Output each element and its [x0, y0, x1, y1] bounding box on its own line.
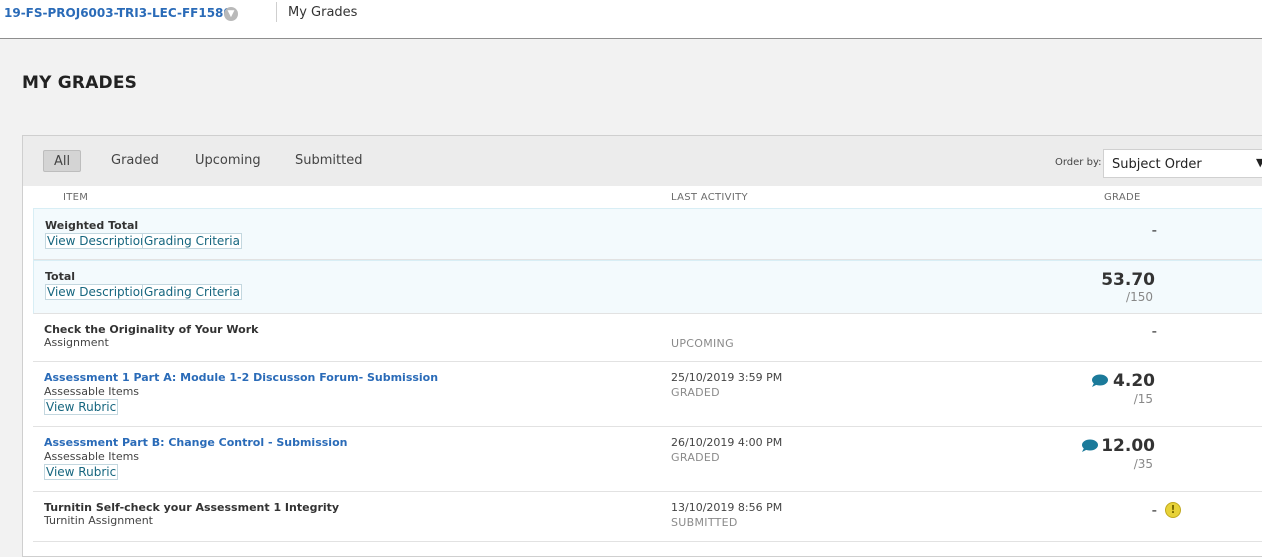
row-title: Weighted Total: [45, 219, 139, 232]
filter-bar: All Graded Upcoming Submitted Order by: …: [23, 136, 1262, 186]
row-type: Assessable Items: [44, 450, 140, 463]
row-date: 13/10/2019 8:56 PM: [671, 501, 783, 514]
filter-tab-upcoming[interactable]: Upcoming: [185, 150, 271, 172]
breadcrumb-current: My Grades: [288, 5, 358, 20]
dropdown-arrow-icon: ▼: [1256, 156, 1262, 169]
grade-value: -: [1151, 221, 1157, 239]
filter-tab-submitted[interactable]: Submitted: [285, 150, 372, 172]
view-rubric-link[interactable]: View Rubric: [44, 399, 119, 415]
row-status: SUBMITTED: [671, 516, 738, 529]
grade-row: Check the Originality of Your Work Assig…: [33, 314, 1262, 362]
grade-value: 53.70: [1101, 270, 1155, 290]
grade-value: -: [1151, 501, 1157, 519]
grade-row-weighted-total: Weighted Total View Description Grading …: [33, 208, 1262, 260]
column-header-grade: GRADE: [1104, 192, 1141, 203]
row-date: 25/10/2019 3:59 PM: [671, 371, 783, 384]
feedback-comment-icon[interactable]: [1081, 439, 1099, 453]
grade-row: Turnitin Self-check your Assessment 1 In…: [33, 492, 1262, 542]
order-by-value: Subject Order: [1112, 157, 1202, 172]
grade-out-of: /35: [1133, 457, 1153, 471]
row-title: Turnitin Self-check your Assessment 1 In…: [44, 501, 340, 514]
view-description-link[interactable]: View Description: [45, 284, 150, 300]
order-by-select[interactable]: Subject Order ▼: [1103, 149, 1262, 178]
grades-panel: All Graded Upcoming Submitted Order by: …: [22, 135, 1262, 557]
row-status: UPCOMING: [671, 337, 734, 350]
course-menu-chevron-icon[interactable]: ▼: [224, 7, 238, 21]
column-header-last-activity: LAST ACTIVITY: [671, 192, 748, 203]
top-navigation-bar: 19-FS-PROJ6003-TRI3-LEC-FF1580 ▼ My Grad…: [0, 0, 1262, 39]
warning-icon[interactable]: !: [1165, 502, 1181, 518]
filter-tab-graded[interactable]: Graded: [101, 150, 169, 172]
grade-row-total: Total View Description Grading Criteria …: [33, 260, 1262, 314]
grade-value: -: [1151, 322, 1157, 340]
feedback-comment-icon[interactable]: [1091, 374, 1109, 388]
grade-value: 12.00: [1101, 436, 1155, 456]
row-type: Turnitin Assignment: [44, 514, 153, 527]
breadcrumb-divider: [276, 2, 277, 22]
row-type: Assessable Items: [44, 385, 140, 398]
grade-out-of: /150: [1126, 290, 1153, 304]
grade-row: Assessment 1 Part A: Module 1-2 Discusso…: [33, 362, 1262, 427]
row-title: Check the Originality of Your Work: [44, 323, 259, 336]
view-rubric-link[interactable]: View Rubric: [44, 464, 119, 480]
grade-out-of: /15: [1133, 392, 1153, 406]
page-title: MY GRADES: [22, 73, 138, 93]
grade-value: 4.20: [1113, 371, 1155, 391]
row-type: Assignment: [44, 336, 109, 349]
filter-tab-all[interactable]: All: [43, 150, 82, 172]
row-title: Total: [45, 270, 76, 283]
view-description-link[interactable]: View Description: [45, 233, 150, 249]
grade-row: Assessment Part B: Change Control - Subm…: [33, 427, 1262, 492]
row-status: GRADED: [671, 386, 720, 399]
row-title-link[interactable]: Assessment Part B: Change Control - Subm…: [44, 436, 347, 449]
course-title-link[interactable]: 19-FS-PROJ6003-TRI3-LEC-FF1580: [4, 6, 232, 20]
row-date: 26/10/2019 4:00 PM: [671, 436, 783, 449]
column-header-item: ITEM: [63, 192, 89, 203]
row-title-link[interactable]: Assessment 1 Part A: Module 1-2 Discusso…: [44, 371, 438, 384]
grading-criteria-link[interactable]: Grading Criteria: [142, 284, 242, 300]
order-by-label: Order by:: [1055, 157, 1102, 168]
row-status: GRADED: [671, 451, 720, 464]
grading-criteria-link[interactable]: Grading Criteria: [142, 233, 242, 249]
